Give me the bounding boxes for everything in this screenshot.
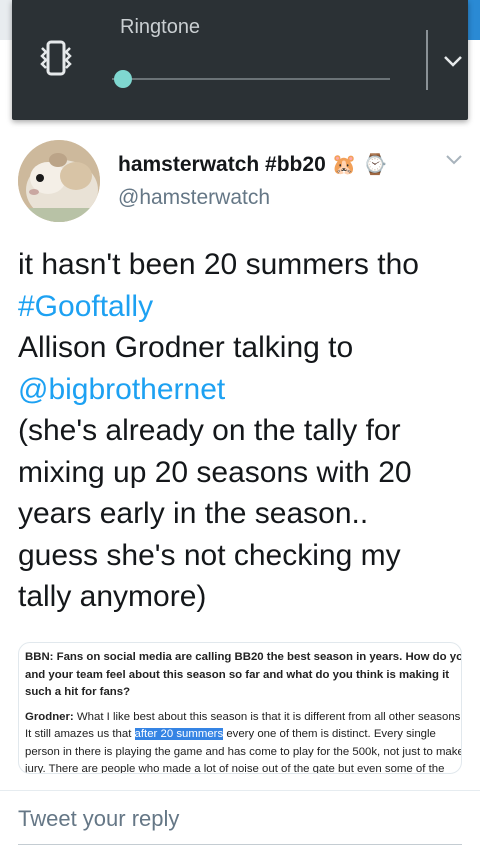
watch-emoji-icon: ⌚	[362, 154, 388, 176]
avatar[interactable]	[18, 140, 100, 222]
volume-stream-title: Ringtone	[120, 16, 201, 38]
volume-slider-thumb[interactable]	[114, 70, 133, 88]
tweet-text: it hasn't been 20 summers tho #Gooftally A…	[18, 244, 468, 618]
answer-label: Grodner:	[25, 710, 74, 723]
tweet-text-line: it hasn't been 20 summers tho	[18, 248, 419, 281]
vibrate-icon[interactable]	[38, 38, 74, 78]
tweet-text-line: mixing up 20 seasons with 20	[18, 455, 412, 489]
tweet-link[interactable]: #Gooftally	[18, 286, 468, 328]
display-name-text: hamsterwatch #bb20	[118, 152, 326, 176]
answer-line: every one of them is distinct. Every sin…	[223, 728, 436, 740]
tweet-text-line: (she's already on the tally for	[18, 414, 401, 447]
hamster-emoji-icon: 🐹	[331, 154, 357, 176]
display-name[interactable]: hamsterwatch #bb20 🐹 ⌚	[118, 152, 388, 177]
question-line: such a hit for fans?	[25, 686, 131, 698]
hamster-avatar-image	[18, 140, 100, 222]
reply-input-underline	[18, 844, 462, 845]
highlighted-text: after 20 summers	[134, 728, 224, 740]
tweet-text-line: Allison Grodner talking to	[18, 331, 354, 364]
chevron-down-icon[interactable]	[444, 152, 464, 168]
attached-image[interactable]: BBN: Fans on social media are calling BB…	[18, 642, 462, 774]
question-line: and your team feel about this season so …	[25, 668, 450, 681]
question-line: BBN: Fans on social media are calling BB…	[25, 651, 462, 663]
reply-input[interactable]: Tweet your reply	[18, 806, 179, 832]
volume-slider-track[interactable]	[112, 78, 390, 80]
answer-line: person in there is playing the game and …	[25, 745, 462, 758]
answer-line: What I like best about this season is th…	[73, 710, 462, 723]
tweet-text-line: tally anymore)	[18, 580, 207, 613]
user-handle[interactable]: @hamsterwatch	[118, 186, 270, 210]
tweet-text-line: guess she's not checking my	[18, 538, 401, 572]
volume-divider	[426, 30, 428, 90]
chevron-down-icon[interactable]	[438, 46, 468, 76]
tweet-link[interactable]: @bigbrothernet	[18, 369, 468, 411]
answer-line: jury. There are people who made a lot of…	[25, 763, 445, 774]
reply-divider	[0, 790, 480, 791]
answer-line: It still amazes us that	[25, 728, 135, 740]
tweet-text-line: years early in the season..	[18, 497, 369, 530]
volume-panel: Ringtone	[12, 0, 468, 120]
